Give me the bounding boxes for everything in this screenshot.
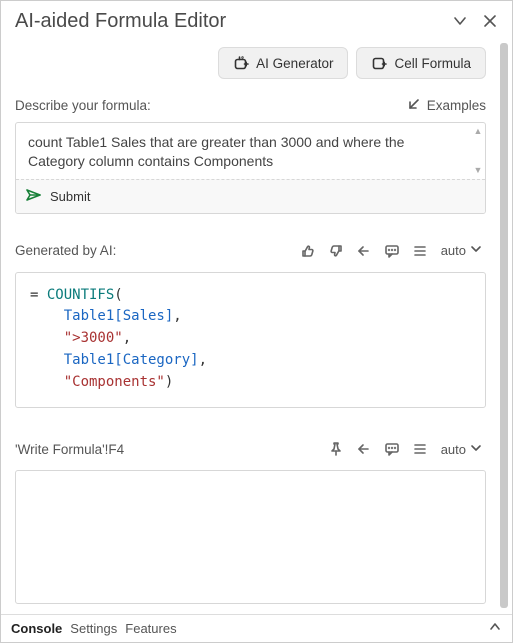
cell-formula-label: Cell Formula [394,56,471,71]
f-arg1: Table1[Sales] [64,308,174,324]
target-label: 'Write Formula'!F4 [15,442,319,457]
generated-code[interactable]: = COUNTIFS( Table1[Sales], ">3000", Tabl… [15,272,486,408]
top-actions: AI Generator Cell Formula [15,47,492,79]
add-cell-icon [371,55,387,71]
target-format-button[interactable] [409,438,431,460]
main-content: AI Generator Cell Formula Describe your … [1,37,496,614]
tab-settings[interactable]: Settings [70,621,117,636]
f-arg3: Table1[Category] [64,352,199,368]
target-formula-input[interactable] [15,470,486,604]
thumbs-down-button[interactable] [325,240,347,262]
f-arg4: "Components" [64,374,165,390]
submit-arrow-icon [26,188,42,205]
scroll-up-icon: ▲ [473,127,483,136]
f-open: ( [114,287,122,303]
ai-generator-button[interactable]: AI Generator [218,47,348,79]
target-lang-label: auto [441,442,466,457]
generated-label: Generated by AI: [15,243,291,258]
f-eq: = [30,287,47,303]
generated-header: Generated by AI: auto [15,240,492,262]
f-c2: , [123,330,131,346]
target-comment-button[interactable] [381,438,403,460]
main-scrollbar[interactable] [496,37,512,614]
generated-lang-label: auto [441,243,466,258]
tab-features[interactable]: Features [125,621,176,636]
examples-label: Examples [427,98,486,113]
describe-text: count Table1 Sales that are greater than… [28,133,473,171]
f-fn: COUNTIFS [47,287,114,303]
f-arg2: ">3000" [64,330,123,346]
examples-arrow-icon [407,97,421,114]
tab-console[interactable]: Console [11,621,62,636]
formula-editor-panel: AI-aided Formula Editor AI Generator [0,0,513,643]
titlebar: AI-aided Formula Editor [1,1,512,37]
format-button[interactable] [409,240,431,262]
describe-box: count Table1 Sales that are greater than… [15,122,486,214]
add-ai-icon [233,55,249,71]
thumbs-up-button[interactable] [297,240,319,262]
pin-button[interactable] [325,438,347,460]
describe-mini-scrollbar[interactable]: ▲ ▼ [473,127,483,175]
chevron-down-icon [470,243,482,258]
describe-row: Describe your formula: Examples [15,97,492,114]
close-button[interactable] [478,9,502,33]
minimize-button[interactable] [448,9,472,33]
scrollbar-thumb[interactable] [500,43,508,608]
describe-input[interactable]: count Table1 Sales that are greater than… [16,123,485,179]
submit-button[interactable]: Submit [16,179,485,213]
undo-button[interactable] [353,240,375,262]
footer-tabs: Console Settings Features [1,614,512,642]
target-lang-select[interactable]: auto [437,442,486,457]
panel-body: AI Generator Cell Formula Describe your … [1,37,512,614]
chevron-down-icon [470,442,482,457]
generated-lang-select[interactable]: auto [437,243,486,258]
scroll-down-icon: ▼ [473,166,483,175]
ai-generator-label: AI Generator [256,56,333,71]
footer-collapse-button[interactable] [488,620,502,637]
examples-link[interactable]: Examples [407,97,486,114]
f-close: ) [165,374,173,390]
comment-button[interactable] [381,240,403,262]
f-c1: , [173,308,181,324]
target-undo-button[interactable] [353,438,375,460]
f-c3: , [199,352,207,368]
target-header: 'Write Formula'!F4 auto [15,438,492,460]
submit-label: Submit [50,189,90,204]
cell-formula-button[interactable]: Cell Formula [356,47,486,79]
panel-title: AI-aided Formula Editor [15,10,442,33]
describe-label: Describe your formula: [15,98,407,113]
